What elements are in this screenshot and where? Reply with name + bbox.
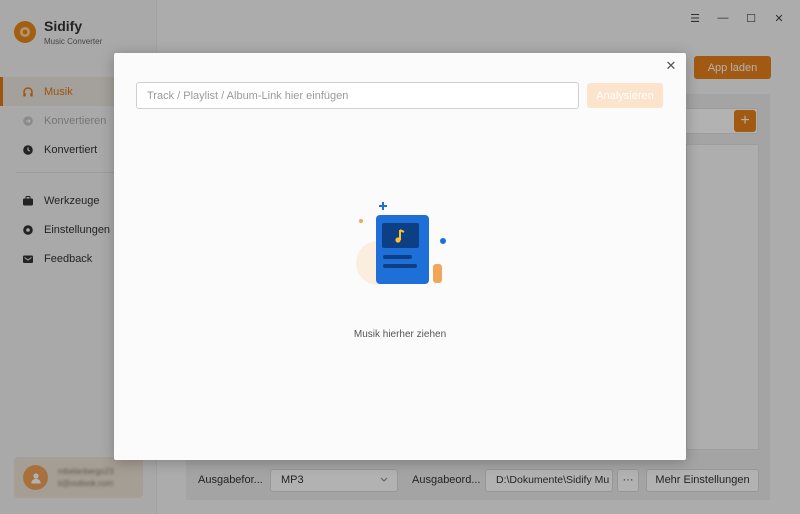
close-icon[interactable]: ✕: [664, 58, 678, 73]
drop-hint: Musik hierher ziehen: [353, 329, 447, 340]
analyze-button[interactable]: Analysieren: [587, 83, 663, 108]
url-input[interactable]: [136, 82, 579, 109]
app-window: Sidify Music Converter Musik Konvertiere…: [0, 0, 800, 514]
add-link-dialog: ✕ Analysieren Musik hierher ziehen: [114, 53, 686, 460]
music-document-icon: [348, 193, 448, 293]
